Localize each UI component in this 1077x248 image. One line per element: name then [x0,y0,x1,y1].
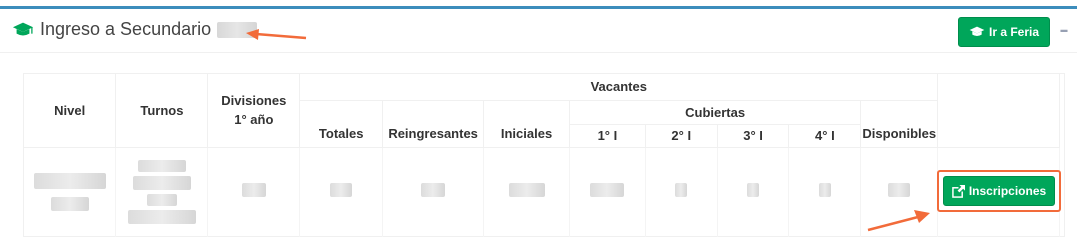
header-cubiertas-3: 3° I [717,124,790,148]
header-nivel: Nivel [24,74,117,148]
annotation-arrow-title [246,29,307,40]
header-disponibles: Disponibles [860,100,939,148]
external-link-icon [951,184,965,198]
cell-cubiertas-2-redacted [645,147,718,237]
collapse-button[interactable]: – [1057,22,1071,40]
header-totales: Totales [299,100,384,148]
header-divisiones: Divisiones 1° año [207,74,301,148]
graduation-cap-icon [12,22,34,35]
cell-iniciales-redacted [483,147,570,237]
header-turnos: Turnos [115,74,209,148]
ingreso-panel: Ingreso a Secundario Ir a Feria – Nivel … [0,6,1077,248]
panel-title: Ingreso a Secundario [40,19,212,39]
graduation-cap-icon [969,26,985,36]
header-cubiertas: Cubiertas [569,100,862,125]
inscripciones-highlight: Inscripciones [937,170,1061,212]
panel-title-group: Ingreso a Secundario [12,19,258,40]
header-cubiertas-2: 2° I [645,124,718,148]
header-divisiones-line2: 1° año [234,112,274,128]
header-cubiertas-1: 1° I [569,124,646,148]
header-vacantes: Vacantes [299,74,939,101]
annotation-arrow-inscripciones [867,210,930,232]
header-reingresantes: Reingresantes [382,100,485,148]
ir-a-feria-button[interactable]: Ir a Feria [958,17,1050,47]
header-actions-empty [937,74,1060,148]
header-iniciales: Iniciales [483,100,570,148]
ir-a-feria-label: Ir a Feria [988,25,1040,39]
cell-cubiertas-4-redacted [788,147,862,237]
header-cubiertas-4: 4° I [788,124,862,148]
cell-nivel-redacted [24,147,117,237]
inscripciones-label: Inscripciones [968,184,1047,198]
cell-cubiertas-3-redacted [717,147,790,237]
cell-cubiertas-1-redacted [569,147,646,237]
cell-divisiones-redacted [207,147,301,237]
cell-reingresantes-redacted [382,147,485,237]
inscripciones-button[interactable]: Inscripciones [943,176,1055,206]
header-divisiones-line1: Divisiones [221,93,287,109]
panel-header: Ingreso a Secundario Ir a Feria – [0,9,1077,53]
cell-totales-redacted [299,147,384,237]
cell-turnos-redacted [115,147,209,237]
